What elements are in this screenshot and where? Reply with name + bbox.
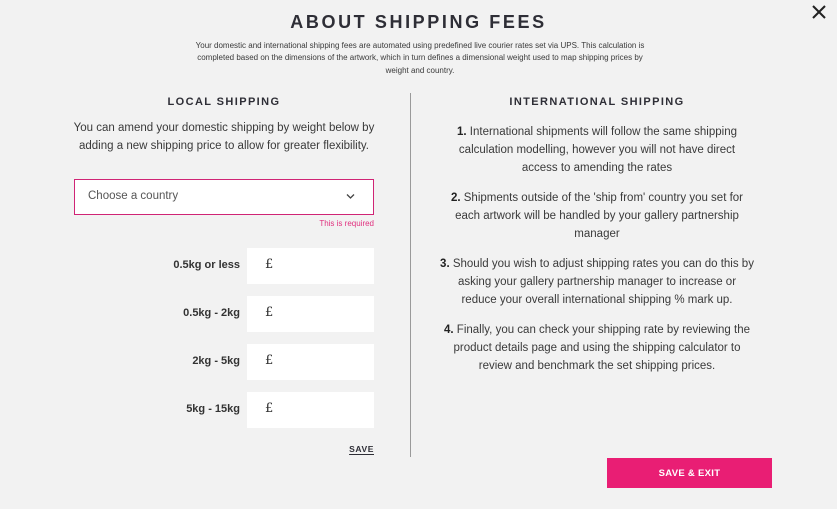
modal-intro: Your domestic and international shipping… — [195, 41, 645, 75]
info-item: 1. International shipments will follow t… — [457, 126, 737, 174]
required-error-message: This is required — [319, 219, 374, 228]
country-select-placeholder: Choose a country — [88, 190, 179, 202]
local-shipping-description: You can amend your domestic shipping by … — [73, 122, 375, 152]
weight-row: 0.5kg or less £ — [150, 248, 374, 284]
save-link[interactable]: SAVE — [340, 444, 374, 454]
weight-row: 2kg - 5kg £ — [150, 344, 374, 380]
weight-label: 2kg - 5kg — [192, 355, 240, 367]
country-select[interactable]: Choose a country — [74, 179, 374, 215]
info-item: 4. Finally, you can check your shipping … — [444, 324, 750, 372]
price-input-5kg-15kg[interactable]: £ — [247, 392, 374, 428]
currency-symbol: £ — [265, 353, 274, 368]
weight-row: 5kg - 15kg £ — [150, 392, 374, 428]
info-item: 2. Shipments outside of the 'ship from' … — [450, 192, 744, 240]
price-input-0-5kg-or-less[interactable]: £ — [247, 248, 374, 284]
international-shipping-heading: INTERNATIONAL SHIPPING — [509, 96, 685, 108]
weight-row: 0.5kg - 2kg £ — [150, 296, 374, 332]
weight-label: 5kg - 15kg — [186, 403, 240, 415]
save-and-exit-button[interactable]: SAVE & EXIT — [607, 458, 772, 488]
weight-label: 0.5kg or less — [173, 259, 240, 271]
currency-symbol: £ — [265, 257, 274, 272]
local-shipping-heading: LOCAL SHIPPING — [167, 96, 281, 108]
weight-label: 0.5kg - 2kg — [183, 307, 240, 319]
info-item: 3. Should you wish to adjust shipping ra… — [440, 258, 754, 306]
price-input-2kg-5kg[interactable]: £ — [247, 344, 374, 380]
chevron-down-icon — [346, 193, 355, 200]
international-info-list: 1. International shipments will follow t… — [440, 123, 754, 387]
currency-symbol: £ — [265, 305, 274, 320]
modal-title: ABOUT SHIPPING FEES — [290, 12, 547, 32]
currency-symbol: £ — [265, 401, 274, 416]
column-divider — [410, 93, 411, 457]
price-input-0-5kg-2kg[interactable]: £ — [247, 296, 374, 332]
